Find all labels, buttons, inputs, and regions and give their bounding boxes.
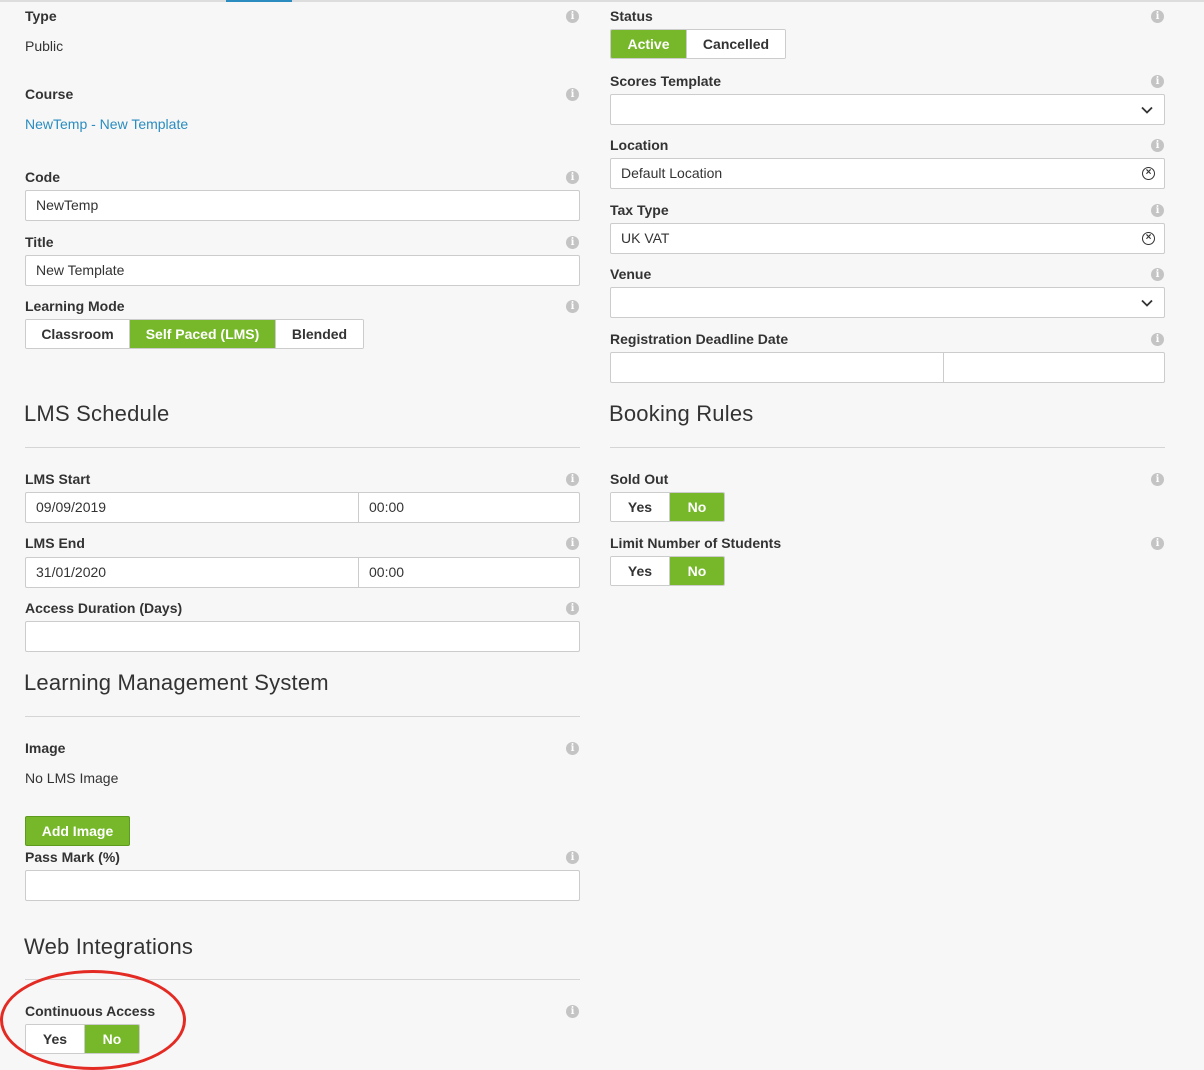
- info-icon[interactable]: i: [566, 851, 579, 864]
- status-label: Status: [610, 8, 653, 24]
- booking-rules-heading: Booking Rules: [609, 401, 754, 426]
- sold-out-toggle: Yes No: [610, 492, 725, 522]
- info-icon[interactable]: i: [1151, 10, 1164, 23]
- location-value: Default Location: [621, 165, 723, 181]
- active-tab-indicator: [226, 0, 292, 2]
- info-icon[interactable]: i: [566, 537, 579, 550]
- registration-deadline-label: Registration Deadline Date: [610, 331, 789, 347]
- title-label: Title: [25, 234, 54, 250]
- info-icon[interactable]: i: [1151, 537, 1164, 550]
- annotation-circle: [0, 970, 186, 1070]
- clear-icon[interactable]: ×: [1142, 167, 1155, 180]
- scores-template-label: Scores Template: [610, 73, 722, 89]
- limit-students-yes[interactable]: Yes: [611, 557, 670, 585]
- registration-deadline-field: [610, 352, 1165, 383]
- learning-mode-toggle: Classroom Self Paced (LMS) Blended: [25, 319, 364, 349]
- access-duration-label: Access Duration (Days): [25, 600, 183, 616]
- tax-type-select[interactable]: UK VAT ×: [610, 223, 1165, 254]
- course-label: Course: [25, 86, 74, 102]
- tax-type-label: Tax Type: [610, 202, 669, 218]
- sold-out-label: Sold Out: [610, 471, 669, 487]
- type-value: Public: [25, 38, 64, 54]
- learning-mode-blended[interactable]: Blended: [276, 320, 363, 348]
- info-icon[interactable]: i: [1151, 75, 1164, 88]
- divider: [610, 447, 1165, 448]
- divider: [25, 447, 580, 448]
- limit-students-label: Limit Number of Students: [610, 535, 782, 551]
- info-icon[interactable]: i: [1151, 139, 1164, 152]
- access-duration-input[interactable]: [25, 621, 580, 652]
- info-icon[interactable]: i: [1151, 333, 1164, 346]
- chevron-down-icon: [1141, 299, 1153, 307]
- info-icon[interactable]: i: [566, 300, 579, 313]
- status-toggle: Active Cancelled: [610, 29, 786, 59]
- code-label: Code: [25, 169, 60, 185]
- lms-end-field: 31/01/2020 00:00: [25, 557, 580, 588]
- location-label: Location: [610, 137, 669, 153]
- info-icon[interactable]: i: [566, 88, 579, 101]
- lms-heading: Learning Management System: [24, 670, 329, 695]
- lms-end-label: LMS End: [25, 535, 85, 551]
- info-icon[interactable]: i: [566, 602, 579, 615]
- pass-mark-label: Pass Mark (%): [25, 849, 120, 865]
- course-link[interactable]: NewTemp - New Template: [25, 115, 188, 133]
- limit-students-no[interactable]: No: [670, 557, 724, 585]
- info-icon[interactable]: i: [1151, 268, 1164, 281]
- web-integrations-heading: Web Integrations: [24, 934, 194, 959]
- clear-icon[interactable]: ×: [1142, 232, 1155, 245]
- info-icon[interactable]: i: [1151, 473, 1164, 486]
- lms-start-field: 09/09/2019 00:00: [25, 492, 580, 523]
- status-cancelled[interactable]: Cancelled: [687, 30, 785, 58]
- scores-template-select[interactable]: [610, 94, 1165, 125]
- tax-type-value: UK VAT: [621, 230, 670, 246]
- status-active[interactable]: Active: [611, 30, 687, 58]
- venue-label: Venue: [610, 266, 652, 282]
- lms-end-time-input[interactable]: 00:00: [359, 558, 579, 587]
- divider: [25, 716, 580, 717]
- lms-start-time-input[interactable]: 00:00: [359, 493, 579, 522]
- lms-schedule-heading: LMS Schedule: [24, 401, 170, 426]
- learning-mode-classroom[interactable]: Classroom: [26, 320, 130, 348]
- top-border: [0, 0, 1204, 2]
- pass-mark-input[interactable]: [25, 870, 580, 901]
- lms-start-label: LMS Start: [25, 471, 91, 487]
- registration-deadline-date-input[interactable]: [611, 353, 943, 382]
- code-input[interactable]: NewTemp: [25, 190, 580, 221]
- limit-students-toggle: Yes No: [610, 556, 725, 586]
- sold-out-no[interactable]: No: [670, 493, 724, 521]
- learning-mode-label: Learning Mode: [25, 298, 125, 314]
- info-icon[interactable]: i: [566, 10, 579, 23]
- info-icon[interactable]: i: [1151, 204, 1164, 217]
- learning-mode-self-paced[interactable]: Self Paced (LMS): [130, 320, 276, 348]
- info-icon[interactable]: i: [566, 236, 579, 249]
- add-image-button[interactable]: Add Image: [25, 816, 130, 846]
- info-icon[interactable]: i: [566, 171, 579, 184]
- lms-end-date-input[interactable]: 31/01/2020: [26, 558, 358, 587]
- location-select[interactable]: Default Location ×: [610, 158, 1165, 189]
- title-input[interactable]: New Template: [25, 255, 580, 286]
- info-icon[interactable]: i: [566, 1005, 579, 1018]
- venue-select[interactable]: [610, 287, 1165, 318]
- image-label: Image: [25, 740, 66, 756]
- lms-start-date-input[interactable]: 09/09/2019: [26, 493, 358, 522]
- registration-deadline-time-input[interactable]: [944, 353, 1164, 382]
- chevron-down-icon: [1141, 106, 1153, 114]
- info-icon[interactable]: i: [566, 742, 579, 755]
- type-label: Type: [25, 8, 57, 24]
- info-icon[interactable]: i: [566, 473, 579, 486]
- sold-out-yes[interactable]: Yes: [611, 493, 670, 521]
- image-value: No LMS Image: [25, 770, 119, 786]
